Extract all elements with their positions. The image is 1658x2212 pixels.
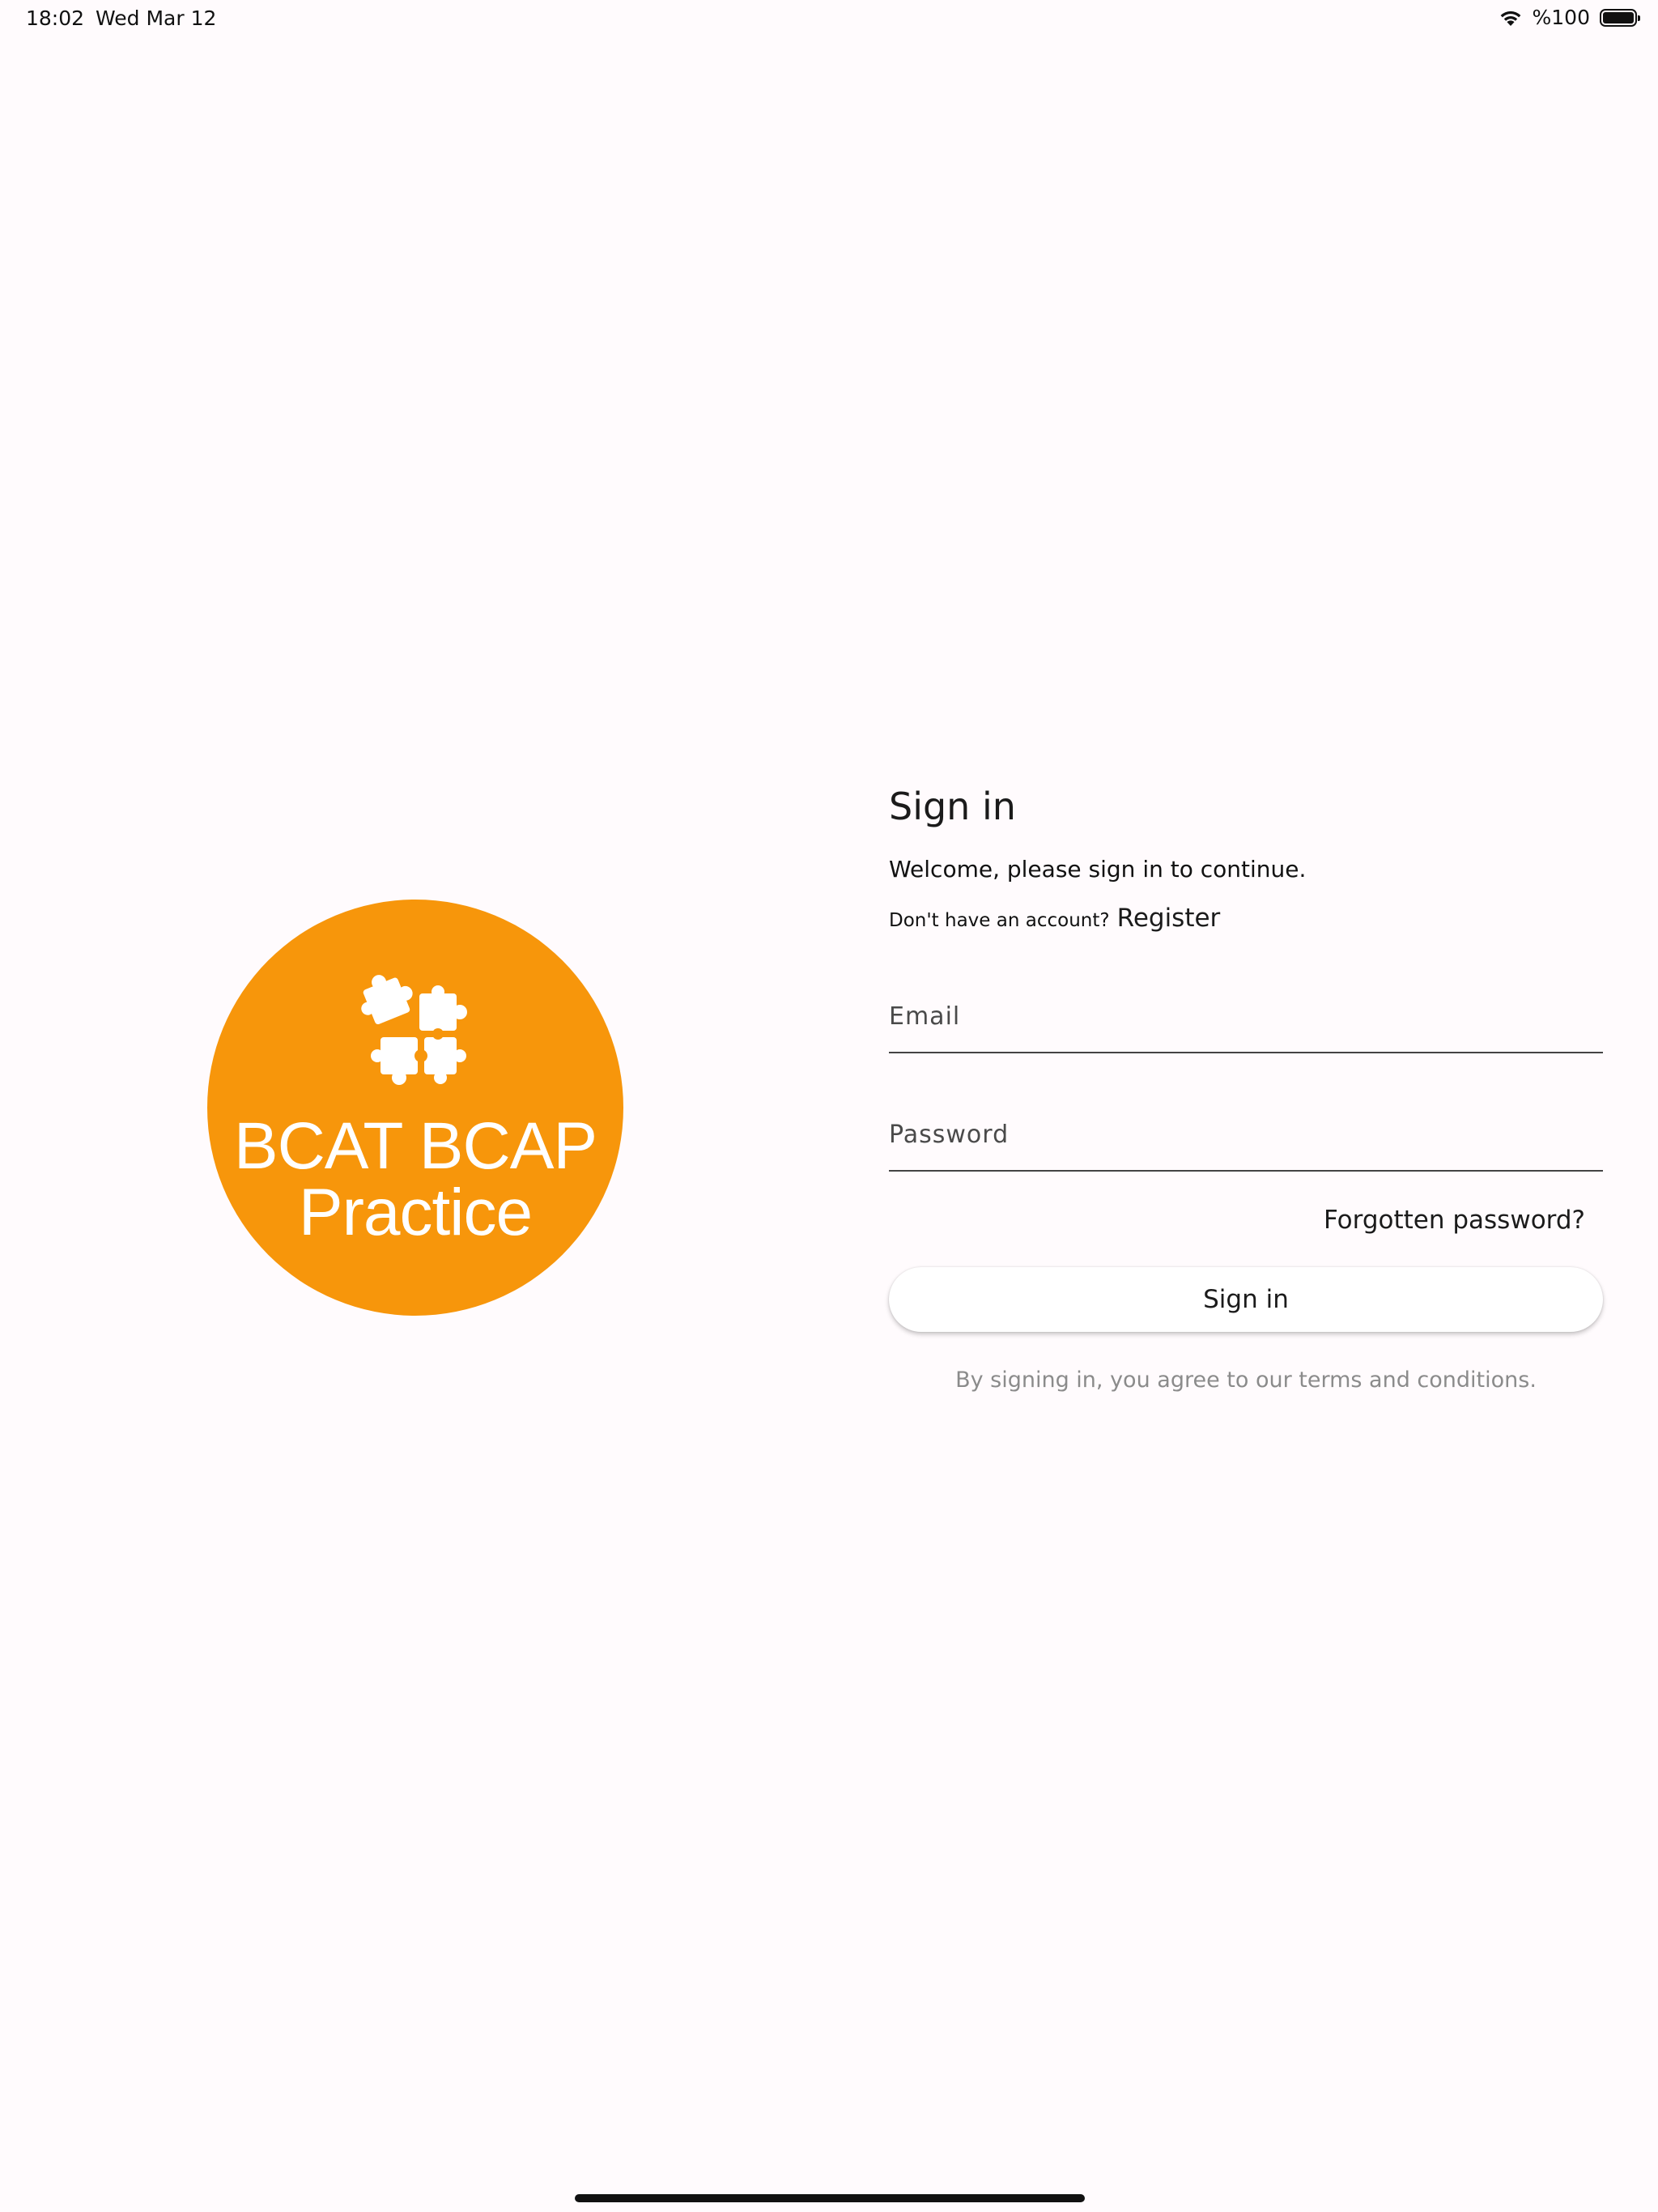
register-row: Don't have an account? Register [889, 900, 1603, 940]
app-logo: BCAT BCAP Practice [207, 900, 623, 1316]
home-indicator[interactable] [575, 2194, 1085, 2202]
signin-screen: 18:02 Wed Mar 12 %100 BCAT BCAP Practice… [0, 0, 1658, 2212]
wifi-icon [1499, 9, 1523, 27]
welcome-text: Welcome, please sign in to continue. [889, 856, 1307, 883]
password-input[interactable] [889, 1121, 1603, 1149]
logo-title-line1: BCAT BCAP [233, 1109, 597, 1183]
status-date: Wed Mar 12 [96, 6, 217, 30]
password-field-container [889, 1089, 1603, 1172]
battery-icon [1600, 8, 1640, 27]
status-indicators: %100 [1499, 6, 1640, 29]
no-account-text: Don't have an account? [889, 910, 1110, 931]
register-link[interactable]: Register [1117, 904, 1221, 933]
puzzle-icon [361, 975, 467, 1085]
battery-percentage: %100 [1532, 6, 1590, 29]
status-bar: 18:02 Wed Mar 12 %100 [0, 0, 1658, 40]
logo-title-line2: Practice [298, 1176, 533, 1249]
sign-in-button[interactable]: Sign in [889, 1267, 1603, 1332]
forgot-password-link[interactable]: Forgotten password? [1324, 1206, 1585, 1235]
email-field-container [889, 971, 1603, 1053]
status-time: 18:02 [26, 6, 85, 30]
forgot-password-row: Forgotten password? [889, 1206, 1603, 1235]
terms-text: By signing in, you agree to our terms an… [955, 1368, 1537, 1393]
signin-form: Sign in Welcome, please sign in to conti… [889, 777, 1603, 1393]
page-title: Sign in [889, 785, 1016, 828]
email-input[interactable] [889, 1002, 1603, 1031]
